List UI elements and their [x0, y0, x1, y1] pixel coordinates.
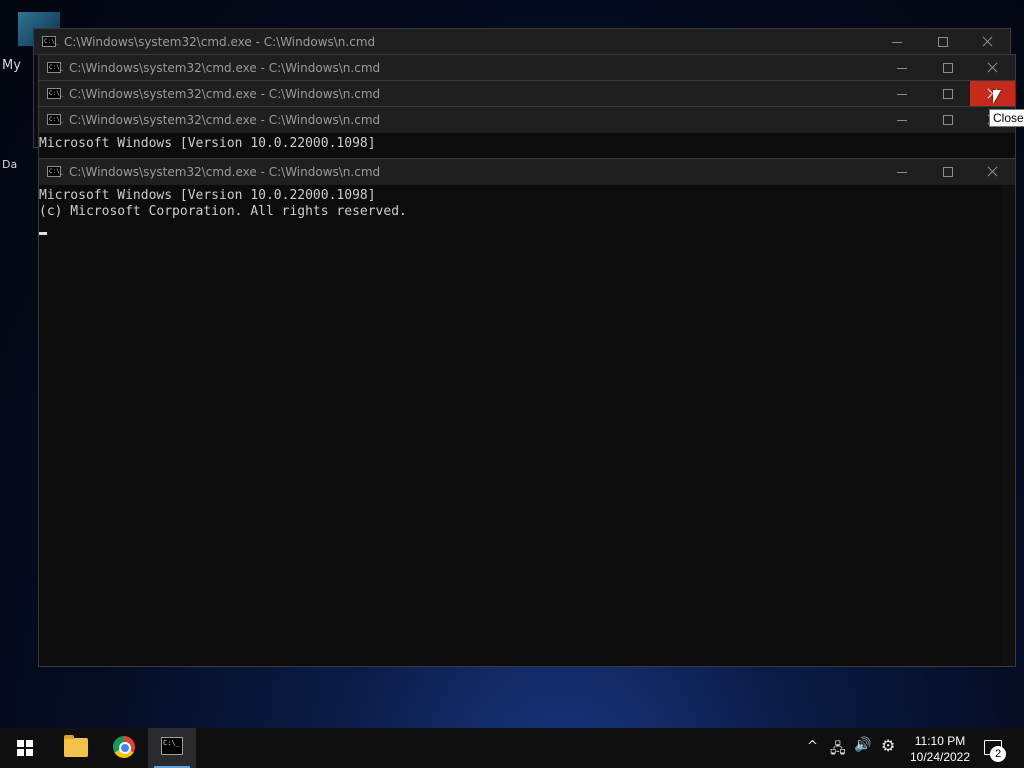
cmd-taskbar-button[interactable]: C:\_ [148, 728, 196, 768]
console-line: (c) Microsoft Corporation. All rights re… [39, 204, 407, 219]
start-button[interactable] [0, 728, 48, 768]
network-icon[interactable]: 🖧 [830, 738, 846, 762]
chrome-button[interactable] [99, 728, 147, 768]
minimize-button[interactable] [875, 29, 920, 55]
console-output[interactable]: Microsoft Windows [Version 10.0.22000.10… [39, 185, 1015, 666]
console-line: Microsoft Windows [Version 10.0.22000.10… [39, 136, 376, 151]
mouse-pointer-icon [993, 90, 1001, 104]
folder-icon [64, 735, 88, 757]
show-hidden-icons-chevron-icon[interactable]: ^ [807, 739, 818, 754]
cmd-icon: C:\_ [161, 737, 183, 755]
maximize-button[interactable] [925, 81, 970, 107]
maximize-button[interactable] [925, 107, 970, 133]
file-explorer-button[interactable] [50, 728, 98, 768]
minimize-button[interactable] [880, 159, 925, 185]
close-button[interactable] [965, 29, 1010, 55]
chrome-icon [113, 736, 135, 758]
notification-count-badge: 2 [990, 746, 1006, 762]
minimize-button[interactable] [880, 107, 925, 133]
maximize-button[interactable] [920, 29, 965, 55]
cmd-icon: C:\_ [47, 166, 64, 177]
close-button[interactable] [970, 55, 1015, 81]
minimize-button[interactable] [880, 55, 925, 81]
desktop-icon-label: Da [2, 158, 18, 171]
clock-date: 10/24/2022 [909, 750, 971, 764]
console-line: Microsoft Windows [Version 10.0.22000.10… [39, 188, 376, 203]
minimize-button[interactable] [880, 81, 925, 107]
cmd-icon: C:\_ [47, 62, 64, 73]
scrollbar-track[interactable] [1001, 185, 1015, 666]
cmd-window[interactable]: C:\_ C:\Windows\system32\cmd.exe - C:\Wi… [38, 106, 1016, 166]
taskbar-clock[interactable]: 11:10 PM 10/24/2022 [904, 733, 976, 765]
cmd-window[interactable]: C:\_ C:\Windows\system32\cmd.exe - C:\Wi… [38, 158, 1016, 667]
window-titlebar[interactable]: C:\_ C:\Windows\system32\cmd.exe - C:\Wi… [39, 159, 1015, 185]
volume-icon[interactable]: 🔊 [854, 737, 871, 753]
windows-logo-icon [17, 740, 33, 756]
maximize-button[interactable] [925, 159, 970, 185]
window-title: C:\Windows\system32\cmd.exe - C:\Windows… [64, 35, 376, 49]
desktop-icon-label: My [2, 58, 21, 73]
cmd-icon: C:\_ [42, 36, 59, 47]
cmd-icon: C:\_ [47, 88, 64, 99]
text-cursor [39, 232, 47, 235]
window-title: C:\Windows\system32\cmd.exe - C:\Windows… [69, 113, 381, 127]
window-titlebar[interactable]: C:\_ C:\Windows\system32\cmd.exe - C:\Wi… [39, 107, 1015, 133]
close-button[interactable] [970, 159, 1015, 185]
maximize-button[interactable] [925, 55, 970, 81]
window-titlebar[interactable]: C:\_ C:\Windows\system32\cmd.exe - C:\Wi… [39, 81, 1015, 107]
window-title: C:\Windows\system32\cmd.exe - C:\Windows… [69, 87, 381, 101]
clock-time: 11:10 PM [914, 734, 966, 748]
window-title: C:\Windows\system32\cmd.exe - C:\Windows… [69, 165, 381, 179]
window-title: C:\Windows\system32\cmd.exe - C:\Windows… [69, 61, 381, 75]
close-tooltip: Close [989, 109, 1024, 127]
cmd-icon: C:\_ [47, 114, 64, 125]
window-titlebar[interactable]: C:\_ C:\Windows\system32\cmd.exe - C:\Wi… [34, 29, 1010, 55]
settings-gear-icon[interactable]: ⚙ [881, 736, 895, 755]
window-titlebar[interactable]: C:\_ C:\Windows\system32\cmd.exe - C:\Wi… [39, 55, 1015, 81]
